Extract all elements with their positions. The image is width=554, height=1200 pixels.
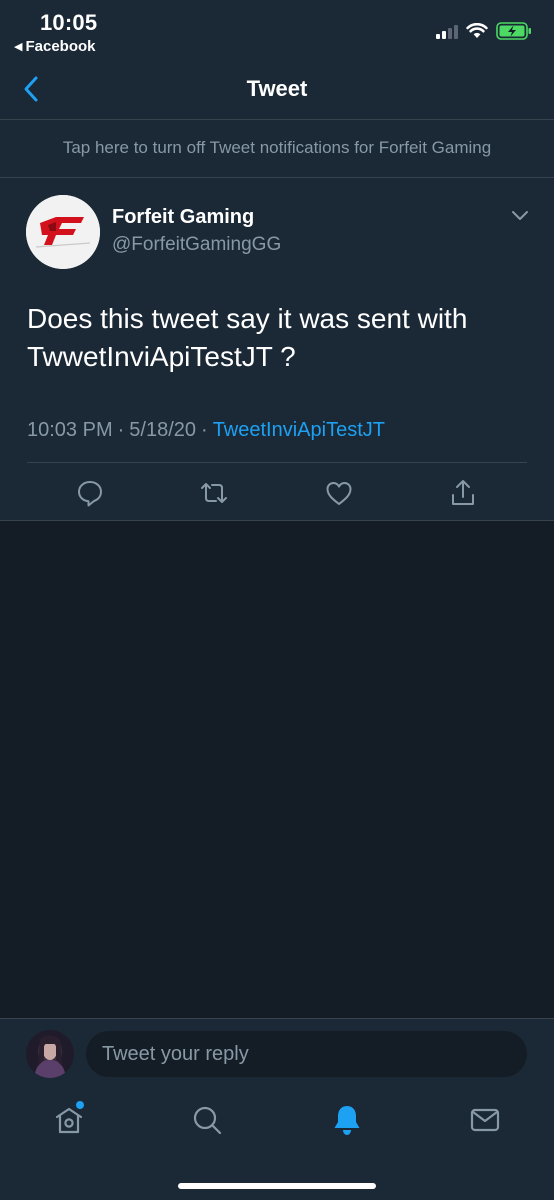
page-title: Tweet: [246, 76, 308, 101]
retweet-icon[interactable]: [199, 478, 229, 508]
reply-bar: [0, 1019, 554, 1200]
notification-toggle-banner[interactable]: Tap here to turn off Tweet notifications…: [0, 138, 554, 158]
notifications-icon[interactable]: [330, 1103, 364, 1137]
share-icon[interactable]: [448, 478, 478, 508]
meta-separator: ·: [201, 419, 208, 441]
user-avatar[interactable]: [26, 1030, 74, 1078]
chevron-down-icon[interactable]: [510, 208, 530, 222]
tweet-text: Does this tweet say it was sent with Tww…: [27, 303, 468, 372]
status-time: 10:05: [40, 10, 98, 35]
header-divider: [0, 119, 554, 120]
home-notification-dot: [76, 1101, 84, 1109]
tweet-source-link[interactable]: TweetInviApiTestJT: [213, 419, 385, 441]
messages-icon[interactable]: [468, 1103, 502, 1137]
actions-divider: [0, 520, 554, 521]
status-icons: [436, 22, 532, 40]
author-handle[interactable]: @ForfeitGamingGG: [112, 234, 281, 256]
tweet-time: 10:03 PM: [27, 419, 113, 441]
reply-input[interactable]: [86, 1031, 527, 1077]
author-avatar[interactable]: [26, 195, 100, 269]
forfeit-logo-icon: [26, 195, 100, 269]
wifi-icon: [466, 23, 488, 38]
back-triangle-icon: ◀: [14, 41, 23, 53]
tweet-actions: [0, 478, 554, 508]
user-avatar-image: [26, 1030, 74, 1078]
search-icon[interactable]: [190, 1103, 224, 1137]
like-icon[interactable]: [324, 478, 354, 508]
back-to-app-link[interactable]: ◀ Facebook: [14, 38, 96, 55]
home-indicator[interactable]: [178, 1183, 376, 1189]
author-name[interactable]: Forfeit Gaming: [112, 206, 254, 229]
cellular-signal-icon: [436, 23, 458, 39]
meta-separator: ·: [117, 419, 125, 441]
battery-charging-icon: [496, 22, 531, 40]
tweet-date: 5/18/20: [129, 419, 197, 441]
tweet-meta: 10:03 PM · 5/18/20 · TweetInviApiTestJT: [27, 419, 385, 442]
banner-divider: [0, 177, 554, 178]
meta-divider: [27, 462, 527, 463]
back-app-label: Facebook: [25, 38, 96, 55]
reply-icon[interactable]: [75, 478, 105, 508]
